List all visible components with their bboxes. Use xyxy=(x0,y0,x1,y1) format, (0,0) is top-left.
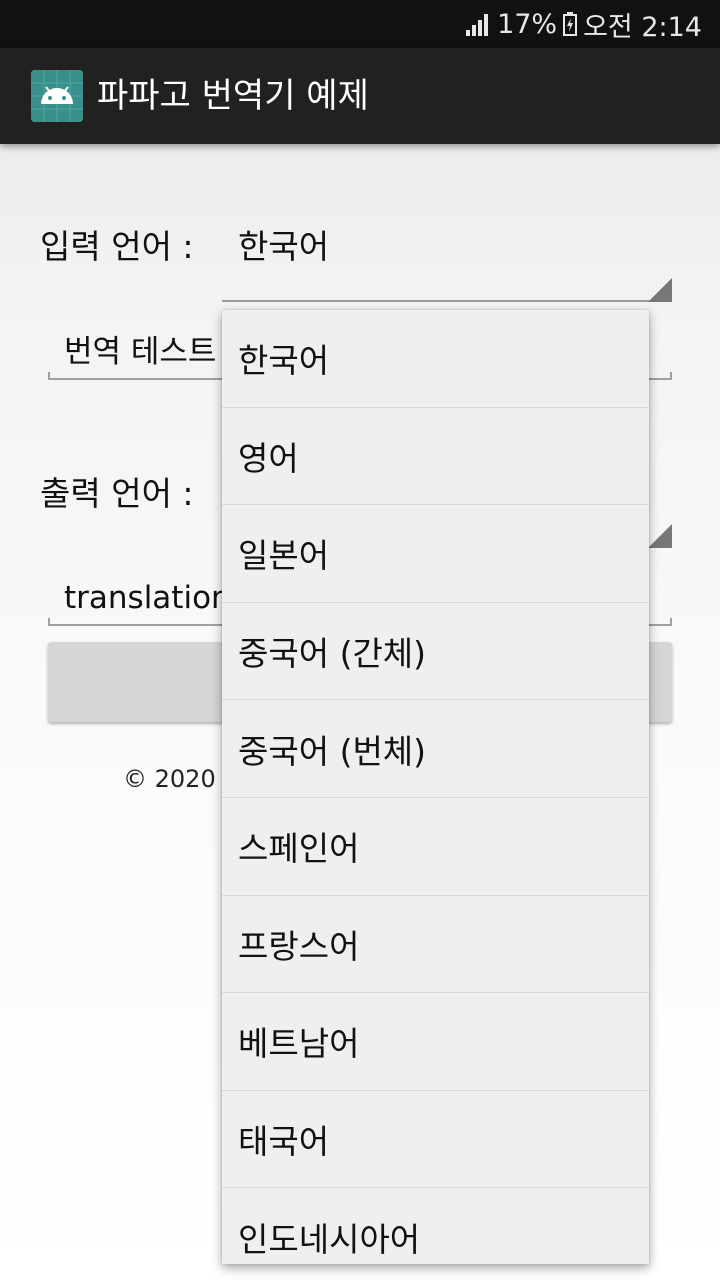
input-text-field[interactable]: 번역 테스트 xyxy=(64,330,224,374)
signal-icon xyxy=(465,11,491,37)
dropdown-option-vietnamese[interactable]: 베트남어 xyxy=(222,993,649,1091)
dropdown-option-spanish[interactable]: 스페인어 xyxy=(222,798,649,896)
dropdown-option-english[interactable]: 영어 xyxy=(222,408,649,506)
status-indicators: 17% 오전 2:14 xyxy=(465,6,702,43)
dropdown-option-chinese-simplified[interactable]: 중국어 (간체) xyxy=(222,603,649,701)
input-language-label: 입력 언어 : xyxy=(40,227,194,266)
app-bar: 파파고 번역기 예제 xyxy=(0,48,720,144)
android-icon xyxy=(31,70,83,122)
input-language-spinner-underline xyxy=(222,300,672,302)
dropdown-option-thai[interactable]: 태국어 xyxy=(222,1091,649,1189)
dropdown-option-japanese[interactable]: 일본어 xyxy=(222,505,649,603)
output-text-field[interactable]: translation xyxy=(64,576,224,620)
battery-charging-icon xyxy=(563,12,578,36)
language-dropdown-menu: 한국어 영어 일본어 중국어 (간체) 중국어 (번체) 스페인어 프랑스어 베… xyxy=(222,310,649,1264)
status-bar: 17% 오전 2:14 xyxy=(0,0,720,48)
output-language-label: 출력 언어 : xyxy=(40,474,194,513)
dropdown-arrow-icon[interactable] xyxy=(648,524,672,548)
app-title: 파파고 번역기 예제 xyxy=(97,76,369,116)
input-language-spinner[interactable]: 한국어 xyxy=(238,225,329,269)
battery-percent: 17% xyxy=(497,8,558,40)
dropdown-option-indonesian[interactable]: 인도네시아어 xyxy=(222,1188,649,1264)
dropdown-option-korean[interactable]: 한국어 xyxy=(222,310,649,408)
dropdown-option-french[interactable]: 프랑스어 xyxy=(222,896,649,994)
clock: 오전 2:14 xyxy=(583,11,702,43)
dropdown-option-chinese-traditional[interactable]: 중국어 (번체) xyxy=(222,700,649,798)
dropdown-arrow-icon[interactable] xyxy=(648,278,672,302)
